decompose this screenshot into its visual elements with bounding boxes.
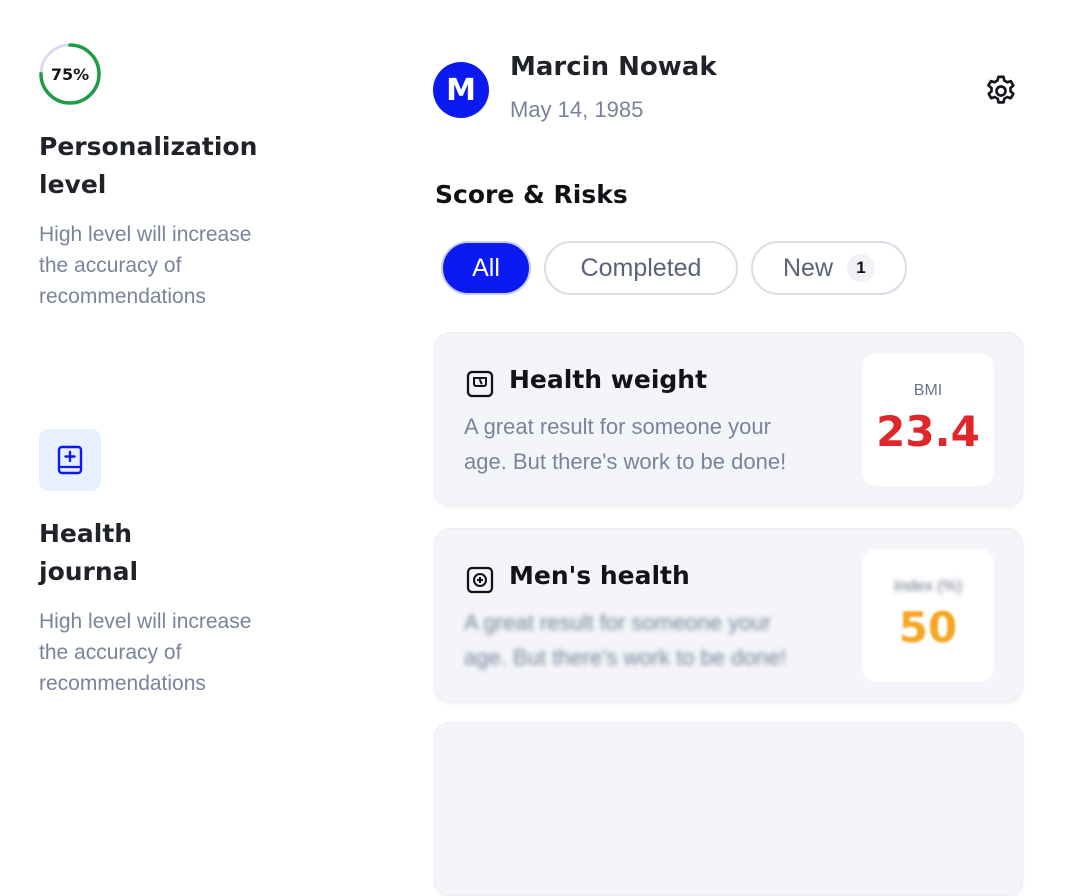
card-description: A great result for someone your age. But… — [464, 605, 844, 675]
health-journal-description: High level will increase the accuracy of… — [39, 606, 309, 699]
filter-new-label: New — [782, 253, 833, 282]
health-journal-title-line1: Health — [39, 519, 133, 548]
card-title: Men's health — [509, 561, 690, 590]
personalization-percent: 75% — [50, 64, 90, 84]
personalization-title-line1: Personalization — [39, 132, 258, 161]
health-journal-title: Health journal — [39, 515, 299, 591]
metric-value: 23.4 — [876, 407, 980, 456]
card-description-line: A great result for someone your — [464, 610, 771, 635]
card-description-line: age. But there's work to be done! — [464, 645, 787, 670]
personalization-desc-line: the accuracy of — [39, 254, 182, 277]
filter-all-tab[interactable]: All — [441, 241, 531, 295]
scale-icon — [466, 370, 494, 398]
medical-box-icon — [466, 566, 494, 594]
index-metric: Index (%) 50 — [862, 549, 994, 682]
personalization-desc-line: recommendations — [39, 285, 206, 308]
card-description: A great result for someone your age. But… — [464, 409, 844, 479]
filter-completed-tab[interactable]: Completed — [544, 241, 738, 295]
avatar[interactable]: M — [433, 62, 489, 118]
health-journal-icon-button[interactable] — [39, 429, 101, 491]
bmi-metric: BMI 23.4 — [862, 353, 994, 486]
section-title: Score & Risks — [435, 180, 628, 209]
new-count-badge: 1 — [847, 254, 875, 282]
gear-icon — [987, 75, 1015, 104]
medical-book-icon — [57, 445, 83, 475]
card-description-line: age. But there's work to be done! — [464, 449, 787, 474]
user-birth-date: May 14, 1985 — [510, 97, 644, 122]
card-title: Health weight — [509, 365, 708, 394]
health-journal-desc-line: recommendations — [39, 672, 206, 695]
personalization-progress-ring: 75% — [38, 42, 102, 106]
personalization-title: Personalization level — [39, 128, 299, 204]
personalization-title-line2: level — [39, 170, 107, 199]
filter-completed-label: Completed — [580, 253, 702, 282]
filter-new-tab[interactable]: New 1 — [751, 241, 907, 295]
metric-label: Index (%) — [893, 578, 963, 595]
health-journal-desc-line: High level will increase — [39, 610, 252, 633]
personalization-description: High level will increase the accuracy of… — [39, 219, 309, 312]
settings-button[interactable] — [980, 70, 1022, 112]
metric-label: BMI — [913, 382, 943, 399]
health-journal-title-line2: journal — [39, 557, 139, 586]
health-journal-desc-line: the accuracy of — [39, 641, 182, 664]
card-description-line: A great result for someone your — [464, 414, 771, 439]
personalization-desc-line: High level will increase — [39, 223, 252, 246]
metric-value: 50 — [898, 603, 958, 652]
mens-health-card[interactable]: Men's health A great result for someone … — [434, 528, 1023, 702]
health-weight-card[interactable]: Health weight A great result for someone… — [434, 332, 1023, 506]
next-score-card[interactable] — [434, 722, 1023, 896]
filter-all-label: All — [472, 253, 500, 282]
user-name: Marcin Nowak — [510, 52, 717, 82]
